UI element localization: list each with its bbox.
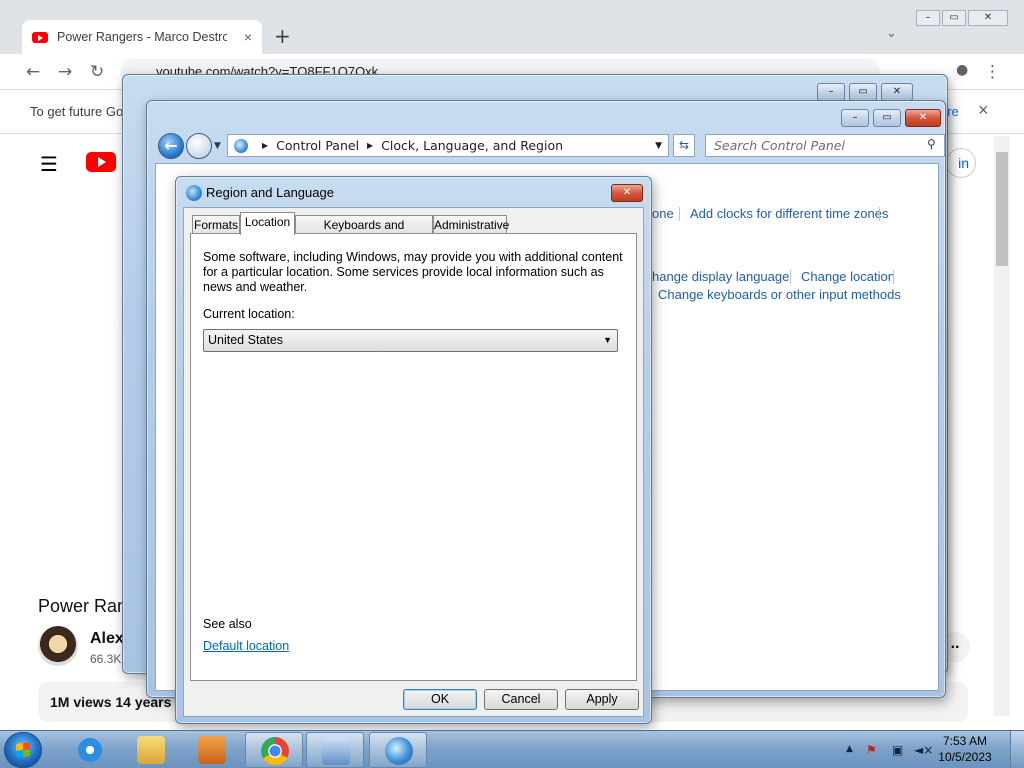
breadcrumb-chevron-icon[interactable]: ▶ [367, 141, 373, 150]
profile-icon[interactable]: ● [956, 62, 968, 78]
forward-arrow-icon[interactable]: → [58, 62, 72, 82]
region-language-dialog: Region and Language ✕ Formats Location K… [175, 176, 652, 724]
ok-button[interactable]: OK [403, 689, 477, 710]
cp-close-button[interactable]: ✕ [905, 109, 941, 127]
media-player-icon [198, 736, 226, 764]
refresh-icon[interactable]: ⇆ [673, 134, 695, 157]
taskbar-control-panel[interactable] [306, 732, 364, 768]
region-globe-icon [385, 737, 413, 765]
control-panel-icon [322, 737, 350, 765]
show-desktop-button[interactable] [1010, 731, 1024, 768]
chrome-icon [261, 737, 289, 765]
infobar-text: To get future Go [30, 104, 124, 119]
reload-icon[interactable]: ↻ [90, 62, 104, 82]
control-panel-globe-icon [234, 138, 248, 153]
link-separator [879, 207, 880, 221]
menu-kebab-icon[interactable]: ⋮ [984, 62, 1001, 82]
network-icon[interactable]: ▣ [892, 743, 903, 757]
breadcrumb-chevron-icon[interactable]: ▶ [262, 141, 268, 150]
bg-close-button[interactable]: ✕ [881, 83, 913, 101]
tab-keyboards-and-languages[interactable]: Keyboards and Languages [295, 215, 433, 250]
browser-close-button[interactable]: ✕ [968, 10, 1008, 26]
link-separator [790, 270, 791, 284]
browser-tab-title: Power Rangers - Marco Destro (s [57, 30, 227, 44]
search-icon[interactable]: ⚲ [927, 137, 936, 151]
hamburger-menu-icon[interactable]: ☰ [40, 152, 58, 176]
new-tab-button[interactable]: + [274, 24, 291, 48]
taskbar-windows-explorer[interactable] [122, 732, 180, 768]
browser-maximize-button[interactable]: ▭ [942, 10, 966, 26]
current-location-value: United States [208, 333, 284, 347]
tab-administrative[interactable]: Administrative [433, 215, 509, 234]
bg-minimize-button[interactable]: – [817, 83, 845, 101]
tab-formats[interactable]: Formats [192, 215, 240, 234]
browser-tab-youtube[interactable]: Power Rangers - Marco Destro (s × [22, 20, 262, 54]
dialog-body: Formats Location Keyboards and Languages… [183, 207, 644, 717]
back-arrow-icon[interactable]: ← [26, 62, 40, 82]
current-location-select[interactable]: United States ▼ [203, 329, 618, 352]
link-separator [893, 270, 894, 284]
dialog-title: Region and Language [206, 185, 334, 200]
control-panel-search-input[interactable]: Search Control Panel [705, 134, 945, 157]
change-display-language-link[interactable]: hange display language [652, 269, 789, 284]
breadcrumb-clock-language-region[interactable]: Clock, Language, and Region [381, 138, 563, 153]
youtube-favicon-icon [32, 31, 48, 43]
location-description: Some software, including Windows, may pr… [203, 250, 623, 294]
recent-pages-dropdown-icon[interactable]: ▼ [214, 141, 221, 151]
change-location-link[interactable]: Change location [801, 269, 895, 284]
dialog-close-button[interactable]: ✕ [611, 184, 643, 202]
scrollbar-thumb[interactable] [996, 152, 1008, 266]
apply-button[interactable]: Apply [565, 689, 639, 710]
region-globe-icon [186, 185, 202, 201]
folder-icon [137, 736, 165, 764]
change-keyboards-link[interactable]: Change keyboards or other input methods [658, 287, 901, 302]
sign-in-button[interactable]: in [946, 148, 976, 178]
control-panel-navigation-bar: ← ▼ ▶ Control Panel ▶ Clock, Language, a… [155, 131, 945, 161]
link-separator [679, 207, 680, 221]
action-center-flag-icon[interactable]: ⚑ [866, 743, 877, 757]
youtube-logo-icon[interactable] [86, 152, 116, 172]
channel-avatar[interactable] [38, 626, 78, 666]
cp-minimize-button[interactable]: – [841, 109, 869, 127]
subscriber-count: 66.3K [90, 652, 122, 666]
chevron-down-icon: ▼ [603, 335, 612, 345]
tab-location[interactable]: Location [240, 212, 295, 235]
cancel-button[interactable]: Cancel [484, 689, 558, 710]
clock-time[interactable]: 7:53 AM [930, 734, 1000, 748]
current-location-label: Current location: [203, 307, 295, 321]
internet-explorer-icon [76, 736, 104, 764]
tab-close-icon[interactable]: × [244, 29, 252, 45]
cp-maximize-button[interactable]: ▭ [873, 109, 901, 127]
taskbar-region-language[interactable] [369, 732, 427, 768]
infobar-close-icon[interactable]: × [978, 100, 989, 121]
browser-minimize-button[interactable]: – [916, 10, 940, 26]
control-panel-address-bar[interactable]: ▶ Control Panel ▶ Clock, Language, and R… [227, 134, 669, 157]
forward-arrow-icon[interactable] [186, 133, 212, 159]
video-title: Power Ran [38, 596, 128, 616]
date-time-partial-link[interactable]: one [652, 206, 674, 221]
start-button[interactable] [4, 732, 42, 768]
channel-name[interactable]: Alex [90, 630, 124, 648]
tab-search-icon[interactable]: ⌄ [886, 26, 897, 41]
add-clocks-link[interactable]: Add clocks for different time zones [690, 206, 888, 221]
taskbar-chrome[interactable] [245, 732, 303, 768]
location-tab-panel: Some software, including Windows, may pr… [190, 233, 637, 681]
taskbar-internet-explorer[interactable] [61, 732, 119, 768]
show-hidden-icons-arrow-icon[interactable]: ▲ [846, 744, 853, 754]
see-also-heading: See also [203, 617, 252, 631]
breadcrumb-control-panel[interactable]: Control Panel [276, 138, 359, 153]
taskbar-media-player[interactable] [183, 732, 241, 768]
chrome-tab-strip: Power Rangers - Marco Destro (s × + ⌄ – … [0, 0, 1024, 54]
windows-taskbar: ▲ ⚑ ▣ ◄× 7:53 AM 10/5/2023 [0, 730, 1024, 768]
page-scrollbar[interactable] [994, 136, 1010, 716]
address-dropdown-icon[interactable]: ▼ [655, 141, 662, 151]
back-arrow-icon[interactable]: ← [158, 133, 184, 159]
default-location-link[interactable]: Default location [203, 639, 289, 653]
clock-date[interactable]: 10/5/2023 [930, 750, 1000, 764]
bg-maximize-button[interactable]: ▭ [849, 83, 877, 101]
